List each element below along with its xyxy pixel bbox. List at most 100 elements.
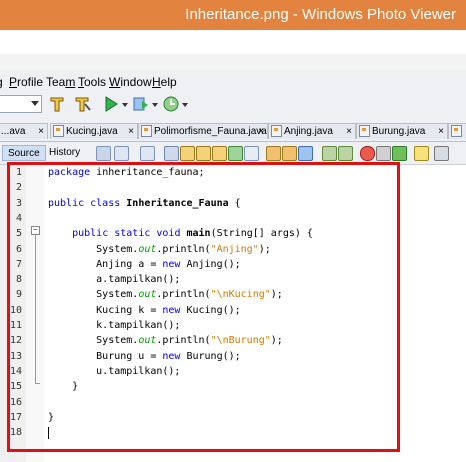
line-number: 4 [15, 212, 22, 224]
find-next-icon[interactable] [196, 146, 211, 161]
close-icon[interactable]: × [258, 124, 264, 139]
toggle-highlight-icon[interactable] [228, 146, 243, 161]
window-title: Inheritance.png - Windows Photo Viewer [185, 6, 456, 23]
shift-right-icon[interactable] [338, 146, 353, 161]
start-macro-icon[interactable] [360, 146, 375, 161]
line-number: 3 [15, 197, 22, 209]
code-line[interactable]: public class Inheritance_Fauna { [48, 198, 241, 209]
run-icon[interactable] [102, 95, 120, 113]
tab-label: Polimorfisme_Fauna.java [154, 126, 267, 137]
code-line[interactable]: System.out.println("Anjing"); [48, 244, 271, 255]
photo-viewer-band [0, 30, 466, 54]
tab-history[interactable]: History [44, 145, 85, 161]
tab-label: Anjing.java [284, 126, 333, 137]
menu-item-g[interactable]: g [0, 75, 3, 89]
code-line[interactable]: System.out.println("\nKucing"); [48, 289, 283, 300]
code-line[interactable]: a.tampilkan(); [48, 274, 180, 285]
profile-dropdown-icon[interactable] [182, 103, 188, 107]
line-number: 11 [9, 320, 22, 331]
menu-item-window[interactable]: Window [109, 75, 152, 89]
line-number: 17 [9, 411, 22, 423]
config-combo[interactable] [0, 95, 42, 113]
find-selection-icon[interactable] [212, 146, 227, 161]
run-dropdown-icon[interactable] [122, 103, 128, 107]
code-line[interactable]: Anjing a = new Anjing(); [48, 259, 241, 270]
java-file-icon [359, 125, 370, 138]
profile-icon[interactable] [162, 95, 180, 113]
tab-label: Burung.java [372, 126, 426, 137]
line-number: 7 [15, 258, 22, 270]
find-previous-icon[interactable] [180, 146, 195, 161]
java-file-icon [53, 125, 64, 138]
toggle-bookmark-icon[interactable] [298, 146, 313, 161]
line-number: 6 [15, 243, 22, 255]
line-number: 10 [9, 304, 22, 316]
previous-bookmark-icon[interactable] [266, 146, 281, 161]
close-icon[interactable]: × [438, 124, 444, 139]
line-number: 12 [9, 335, 22, 347]
rectangular-selection-icon[interactable] [244, 146, 259, 161]
line-number-gutter: 1 2 3 4 5 6 7 8 9 10 11 12 13 14 15 16 17 18 [0, 165, 27, 462]
find-icon[interactable] [164, 146, 179, 161]
tab-anjing-java[interactable]: Anjing.java × [268, 123, 356, 139]
code-line[interactable]: System.out.println("\nBurung"); [48, 335, 283, 346]
menu-item-tools[interactable]: Tools [78, 75, 106, 89]
photo-viewer-band-lower [0, 54, 466, 71]
ide-window: gProfileTeamToolsWindowHelp ...ava×Kucin… [0, 70, 466, 462]
code-line[interactable]: u.tampilkan(); [48, 366, 180, 377]
debug-icon[interactable] [132, 95, 150, 113]
menu-item-help[interactable]: Help [152, 75, 177, 89]
tab-polimorfisme-fauna-java[interactable]: Polimorfisme_Fauna.java × [138, 123, 268, 139]
forward-icon[interactable] [140, 146, 155, 161]
line-number: 18 [9, 427, 22, 439]
line-number: 9 [15, 289, 22, 301]
code-line[interactable]: k.tampilkan(); [48, 320, 180, 331]
fold-margin: − [26, 165, 44, 462]
clean-icon[interactable] [48, 95, 66, 113]
code-editor[interactable]: 1 2 3 4 5 6 7 8 9 10 11 12 13 14 15 16 17 18 − package in… [0, 165, 466, 462]
tab-overflow[interactable] [448, 123, 466, 139]
comment-icon[interactable] [392, 146, 407, 161]
line-number: 15 [9, 381, 22, 393]
photo-viewer-title-bar: Inheritance.png - Windows Photo Viewer [0, 0, 466, 30]
fold-end-mark [35, 383, 40, 384]
debug-dropdown-icon[interactable] [152, 103, 158, 107]
fold-collapse-icon[interactable]: − [31, 226, 40, 235]
java-file-icon [141, 125, 152, 138]
line-number: 16 [9, 396, 22, 408]
code-line[interactable]: public static void main(String[] args) { [48, 228, 313, 239]
tab-ava[interactable]: ...ava × [0, 123, 48, 139]
tab-burung-java[interactable]: Burung.java × [356, 123, 448, 139]
next-bookmark-icon[interactable] [282, 146, 297, 161]
tab-label: ...ava [1, 126, 26, 137]
close-icon[interactable]: × [38, 124, 44, 139]
text-caret [48, 427, 49, 439]
close-icon[interactable]: × [346, 124, 352, 139]
uncomment-icon[interactable] [414, 146, 429, 161]
code-line[interactable]: } [48, 381, 78, 392]
tab-kucing-java[interactable]: Kucing.java × [50, 123, 138, 139]
line-number: 8 [15, 274, 22, 286]
editor-toolbar: Source History [0, 142, 466, 165]
tab-source[interactable]: Source [2, 145, 46, 161]
shift-left-icon[interactable] [322, 146, 337, 161]
menu-item-team[interactable]: Team [46, 75, 75, 89]
fold-guide [35, 235, 36, 383]
stop-macro-icon[interactable] [376, 146, 391, 161]
code-line[interactable]: } [48, 412, 54, 423]
line-number: 1 [15, 167, 22, 178]
tab-label: Kucing.java [66, 126, 118, 137]
code-line[interactable]: package inheritance_fauna; [48, 167, 205, 178]
close-icon[interactable]: × [128, 124, 134, 139]
line-number: 5 [15, 228, 22, 240]
chevron-down-icon [31, 101, 39, 106]
line-number: 13 [9, 350, 22, 362]
last-edit-icon[interactable] [96, 146, 111, 161]
back-icon[interactable] [114, 146, 129, 161]
more-tools-icon[interactable] [434, 146, 449, 161]
code-line[interactable]: Burung u = new Burung(); [48, 351, 241, 362]
editor-tab-bar: ...ava × Kucing.java × Polimorfisme_Fauna.ja… [0, 121, 466, 142]
code-line[interactable]: Kucing k = new Kucing(); [48, 305, 241, 316]
clean-build-icon[interactable] [74, 95, 92, 113]
menu-item-profile[interactable]: Profile [9, 75, 43, 89]
